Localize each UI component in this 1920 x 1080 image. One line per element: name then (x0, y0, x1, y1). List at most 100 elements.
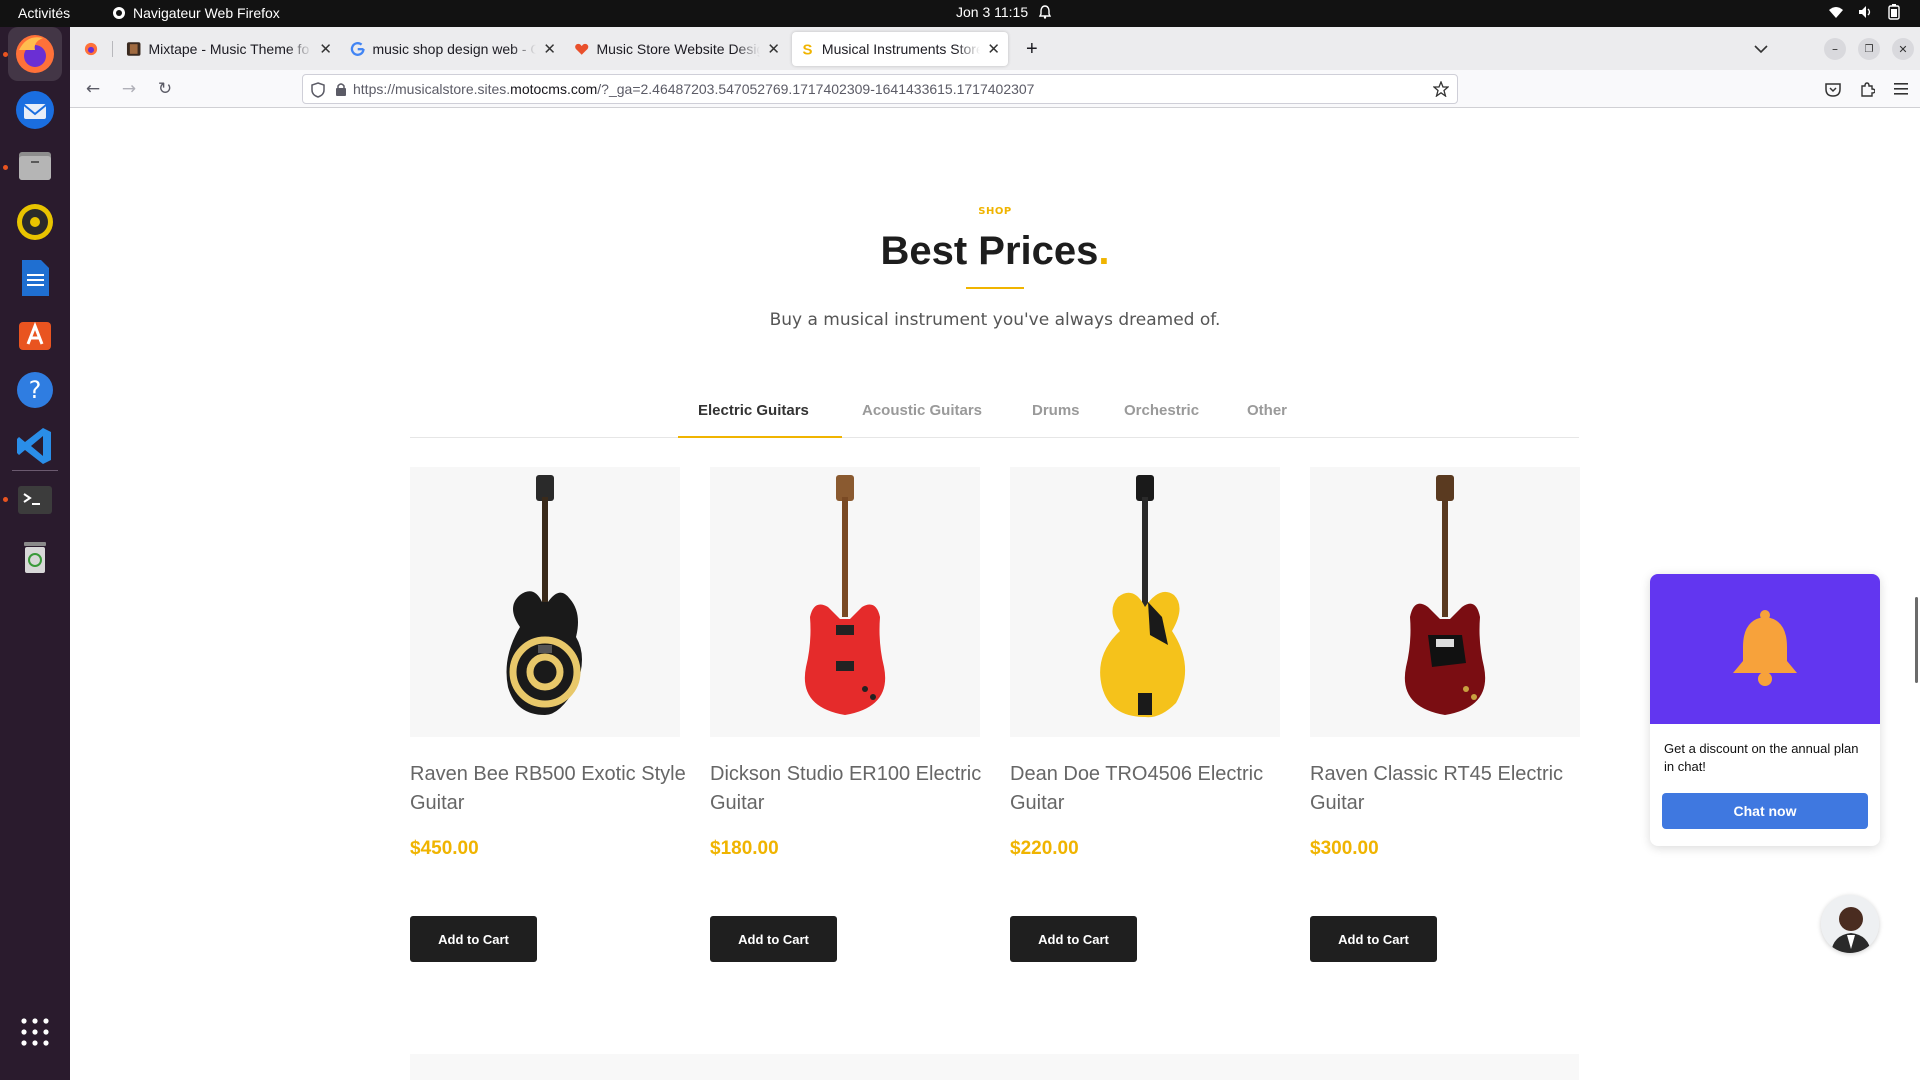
maximize-button[interactable]: ❐ (1858, 38, 1880, 60)
product-name[interactable]: Raven Classic RT45 Electric Guitar (1310, 760, 1590, 818)
add-to-cart-button[interactable]: Add to Cart (1010, 916, 1137, 962)
rhythmbox-icon (17, 204, 53, 240)
battery-icon (1888, 4, 1900, 20)
tab-other[interactable]: Other (1247, 402, 1287, 419)
puzzle-icon (1861, 82, 1875, 97)
electric-guitar-image (506, 475, 582, 715)
product-image-raven-bee[interactable] (410, 467, 680, 737)
extensions-button[interactable] (1856, 78, 1878, 100)
new-tab-button[interactable]: + (1018, 32, 1048, 66)
tab-google-search[interactable]: music shop design web - G ✕ (342, 32, 564, 66)
firefox-small-icon (113, 7, 125, 19)
heart-favicon-icon (575, 43, 589, 55)
tab-title: Music Store Website Desig (596, 41, 761, 57)
url-text: https://musicalstore.sites.motocms.com/?… (353, 81, 1035, 97)
electric-guitar-image (1404, 475, 1486, 715)
firefox-view-icon (84, 42, 98, 56)
terminal-dock-icon[interactable] (8, 473, 62, 527)
next-section-preview (410, 1054, 1579, 1080)
thunderbird-icon (16, 91, 54, 129)
back-button[interactable]: ← (82, 78, 104, 100)
product-image-dean-doe[interactable] (1010, 467, 1280, 737)
arrow-left-icon: ← (85, 79, 101, 99)
product-name[interactable]: Raven Bee RB500 Exotic Style Guitar (410, 760, 690, 818)
chat-banner (1650, 574, 1880, 724)
title-dot: . (1098, 229, 1110, 273)
app-center-icon (19, 321, 51, 350)
close-window-button[interactable]: ✕ (1892, 38, 1914, 60)
close-tab-icon[interactable]: ✕ (319, 40, 332, 58)
chat-agent-avatar[interactable] (1821, 895, 1879, 953)
help-dock-icon[interactable]: ? (8, 363, 62, 417)
minimize-icon: – (1832, 42, 1838, 56)
tab-orchestric[interactable]: Orchestric (1124, 402, 1199, 419)
minimize-button[interactable]: – (1824, 38, 1846, 60)
close-icon: ✕ (1898, 42, 1908, 56)
reload-icon: ↻ (157, 79, 173, 99)
app-name-label: Navigateur Web Firefox (133, 5, 280, 21)
product-name[interactable]: Dean Doe TRO4506 Electric Guitar (1010, 760, 1290, 818)
reload-button[interactable]: ↻ (154, 78, 176, 100)
product-name[interactable]: Dickson Studio ER100 Electric Guitar (710, 760, 990, 818)
lock-icon (336, 83, 346, 96)
vscode-dock-icon[interactable] (8, 419, 62, 473)
tab-acoustic-guitars[interactable]: Acoustic Guitars (862, 402, 982, 419)
forward-button[interactable]: → (118, 78, 140, 100)
category-tabs-divider (410, 437, 1579, 438)
arrow-right-icon: → (121, 79, 137, 99)
tab-musical-instruments-store[interactable]: S Musical Instruments Store ✕ (792, 32, 1008, 66)
google-favicon-icon (350, 42, 365, 56)
firefox-dock-icon[interactable] (8, 27, 62, 81)
tab-title: Musical Instruments Store (821, 41, 981, 57)
running-indicator (3, 52, 8, 57)
tab-bar: Mixtape - Music Theme fo ✕ music shop de… (70, 27, 1920, 70)
dock-separator (12, 470, 58, 471)
firefox-window: Mixtape - Music Theme fo ✕ music shop de… (70, 27, 1920, 1080)
product-price: $220.00 (1010, 838, 1079, 859)
add-to-cart-button[interactable]: Add to Cart (710, 916, 837, 962)
svg-text:S: S (802, 42, 812, 57)
running-indicator (3, 497, 8, 502)
page-scrollbar[interactable] (1915, 597, 1918, 683)
product-image-raven-classic[interactable] (1310, 467, 1580, 737)
chat-now-button[interactable]: Chat now (1662, 793, 1868, 829)
trash-dock-icon[interactable] (8, 529, 62, 583)
bookmark-star-icon[interactable] (1433, 81, 1449, 97)
system-tray[interactable] (1828, 4, 1900, 20)
tab-mixtape[interactable]: Mixtape - Music Theme fo ✕ (118, 32, 340, 66)
product-image-dickson-studio[interactable] (710, 467, 980, 737)
close-tab-icon[interactable]: ✕ (767, 40, 780, 58)
restore-icon: ❐ (1864, 43, 1874, 55)
close-tab-icon[interactable]: ✕ (987, 40, 1000, 58)
address-bar[interactable]: https://musicalstore.sites.motocms.com/?… (302, 74, 1458, 104)
trash-icon (24, 542, 46, 573)
volume-icon (1859, 6, 1871, 18)
tab-drums[interactable]: Drums (1032, 402, 1080, 419)
close-tab-icon[interactable]: ✕ (543, 40, 556, 58)
help-icon: ? (17, 372, 53, 408)
clock[interactable]: Jon 3 11:15 (956, 4, 1052, 20)
add-to-cart-button[interactable]: Add to Cart (410, 916, 537, 962)
tab-electric-guitars[interactable]: Electric Guitars (698, 402, 809, 419)
writer-dock-icon[interactable] (8, 251, 62, 305)
notification-bell-icon (1039, 5, 1052, 19)
add-to-cart-button[interactable]: Add to Cart (1310, 916, 1437, 962)
pocket-button[interactable] (1822, 78, 1844, 100)
files-icon (19, 152, 51, 180)
app-center-dock-icon[interactable] (8, 307, 62, 361)
firefox-view-button[interactable] (76, 32, 106, 66)
thunderbird-dock-icon[interactable] (8, 83, 62, 137)
terminal-icon (18, 486, 52, 514)
list-all-tabs-button[interactable] (1750, 38, 1772, 60)
product-price: $450.00 (410, 838, 479, 859)
activities-button[interactable]: Activités (18, 5, 70, 21)
rhythmbox-dock-icon[interactable] (8, 195, 62, 249)
show-apps-button[interactable] (8, 1005, 62, 1059)
files-dock-icon[interactable] (8, 139, 62, 193)
chat-message: Get a discount on the annual plan in cha… (1664, 741, 1859, 774)
app-menu[interactable]: Navigateur Web Firefox (112, 5, 280, 21)
app-menu-button[interactable] (1890, 78, 1912, 100)
mixtape-favicon-icon (126, 42, 141, 56)
chevron-down-icon (1754, 45, 1768, 54)
tab-music-store-design[interactable]: Music Store Website Desig ✕ (566, 32, 788, 66)
